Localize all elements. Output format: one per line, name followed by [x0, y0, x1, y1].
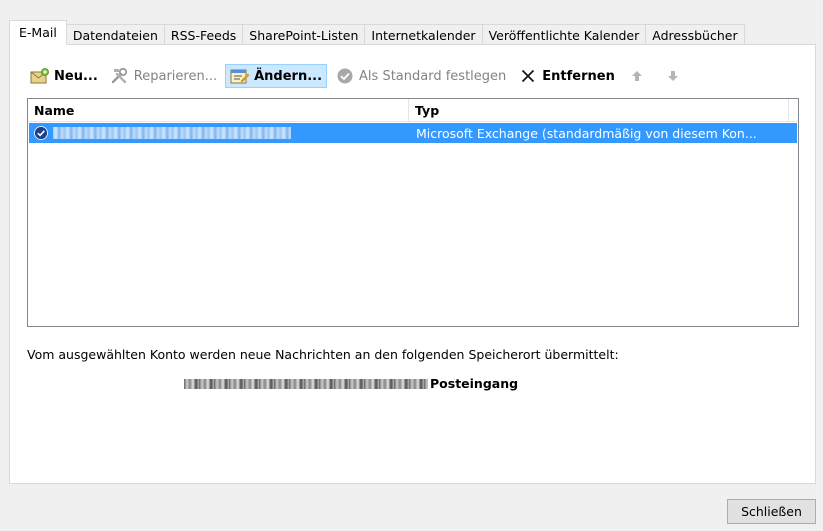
- repair-button-label: Reparieren...: [133, 68, 218, 84]
- account-name-redacted: [53, 127, 291, 139]
- account-list-header: Name Typ: [28, 99, 798, 122]
- repair-tools-icon: [110, 66, 130, 86]
- tab-sharepoint-lists[interactable]: SharePoint-Listen: [242, 24, 366, 45]
- tab-address-books[interactable]: Adressbücher: [645, 24, 745, 45]
- tab-address-books-label: Adressbücher: [652, 27, 738, 43]
- close-button[interactable]: Schließen: [727, 499, 816, 524]
- move-down-button[interactable]: [659, 64, 691, 88]
- tab-published-calendars-label: Veröffentlichte Kalender: [488, 27, 640, 43]
- close-button-label: Schließen: [741, 504, 802, 519]
- remove-button-label: Entfernen: [542, 68, 615, 84]
- tab-data-files[interactable]: Datendateien: [65, 24, 165, 45]
- tab-internet-calendars[interactable]: Internetkalender: [364, 24, 483, 45]
- account-list[interactable]: Name Typ Microsoft Exchange (standardmäß…: [27, 98, 799, 327]
- tab-data-files-label: Datendateien: [72, 27, 158, 43]
- new-button[interactable]: Neu...: [26, 64, 102, 88]
- change-button-label: Ändern...: [254, 68, 323, 84]
- account-row-type: Microsoft Exchange (standardmäßig von di…: [416, 125, 757, 141]
- checkmark-circle-icon: [335, 66, 355, 86]
- column-header-name[interactable]: Name: [28, 99, 409, 121]
- arrow-down-icon: [663, 66, 683, 86]
- delivery-folder: Posteingang: [430, 376, 519, 391]
- tab-published-calendars[interactable]: Veröffentlichte Kalender: [481, 24, 647, 45]
- repair-button[interactable]: Reparieren...: [106, 64, 221, 88]
- tab-sharepoint-lists-label: SharePoint-Listen: [249, 27, 359, 43]
- account-row-name: [29, 126, 410, 140]
- delivery-info-text: Vom ausgewählten Konto werden neue Nachr…: [27, 347, 619, 362]
- change-button[interactable]: Ändern...: [225, 64, 328, 88]
- delivery-location: Posteingang: [184, 376, 518, 391]
- set-default-button-label: Als Standard festlegen: [359, 68, 507, 84]
- set-default-button[interactable]: Als Standard festlegen: [331, 64, 510, 88]
- column-header-type[interactable]: Typ: [409, 99, 789, 121]
- move-up-button[interactable]: [623, 64, 655, 88]
- tab-internet-calendars-label: Internetkalender: [371, 27, 476, 43]
- arrow-up-icon: [627, 66, 647, 86]
- close-x-icon: [518, 66, 538, 86]
- tab-email[interactable]: E-Mail: [9, 20, 67, 45]
- tab-rss-feeds-label: RSS-Feeds: [170, 27, 237, 43]
- change-settings-icon: [230, 66, 250, 86]
- mailbox-name-redacted: [184, 378, 428, 389]
- new-account-envelope-icon: [30, 66, 50, 86]
- new-button-label: Neu...: [54, 68, 98, 84]
- tab-bar: E-Mail Datendateien RSS-Feeds SharePoint…: [9, 20, 745, 45]
- column-header-name-label: Name: [34, 102, 75, 118]
- remove-button[interactable]: Entfernen: [514, 64, 619, 88]
- default-account-check-icon: [34, 126, 48, 140]
- account-row[interactable]: Microsoft Exchange (standardmäßig von di…: [29, 123, 797, 143]
- column-header-type-label: Typ: [415, 102, 440, 118]
- tab-rss-feeds[interactable]: RSS-Feeds: [163, 24, 244, 45]
- account-toolbar: Neu... Reparieren... Ändern... Als Stand…: [26, 64, 695, 88]
- email-tab-panel: Neu... Reparieren... Ändern... Als Stand…: [9, 44, 816, 484]
- tab-email-label: E-Mail: [19, 24, 57, 40]
